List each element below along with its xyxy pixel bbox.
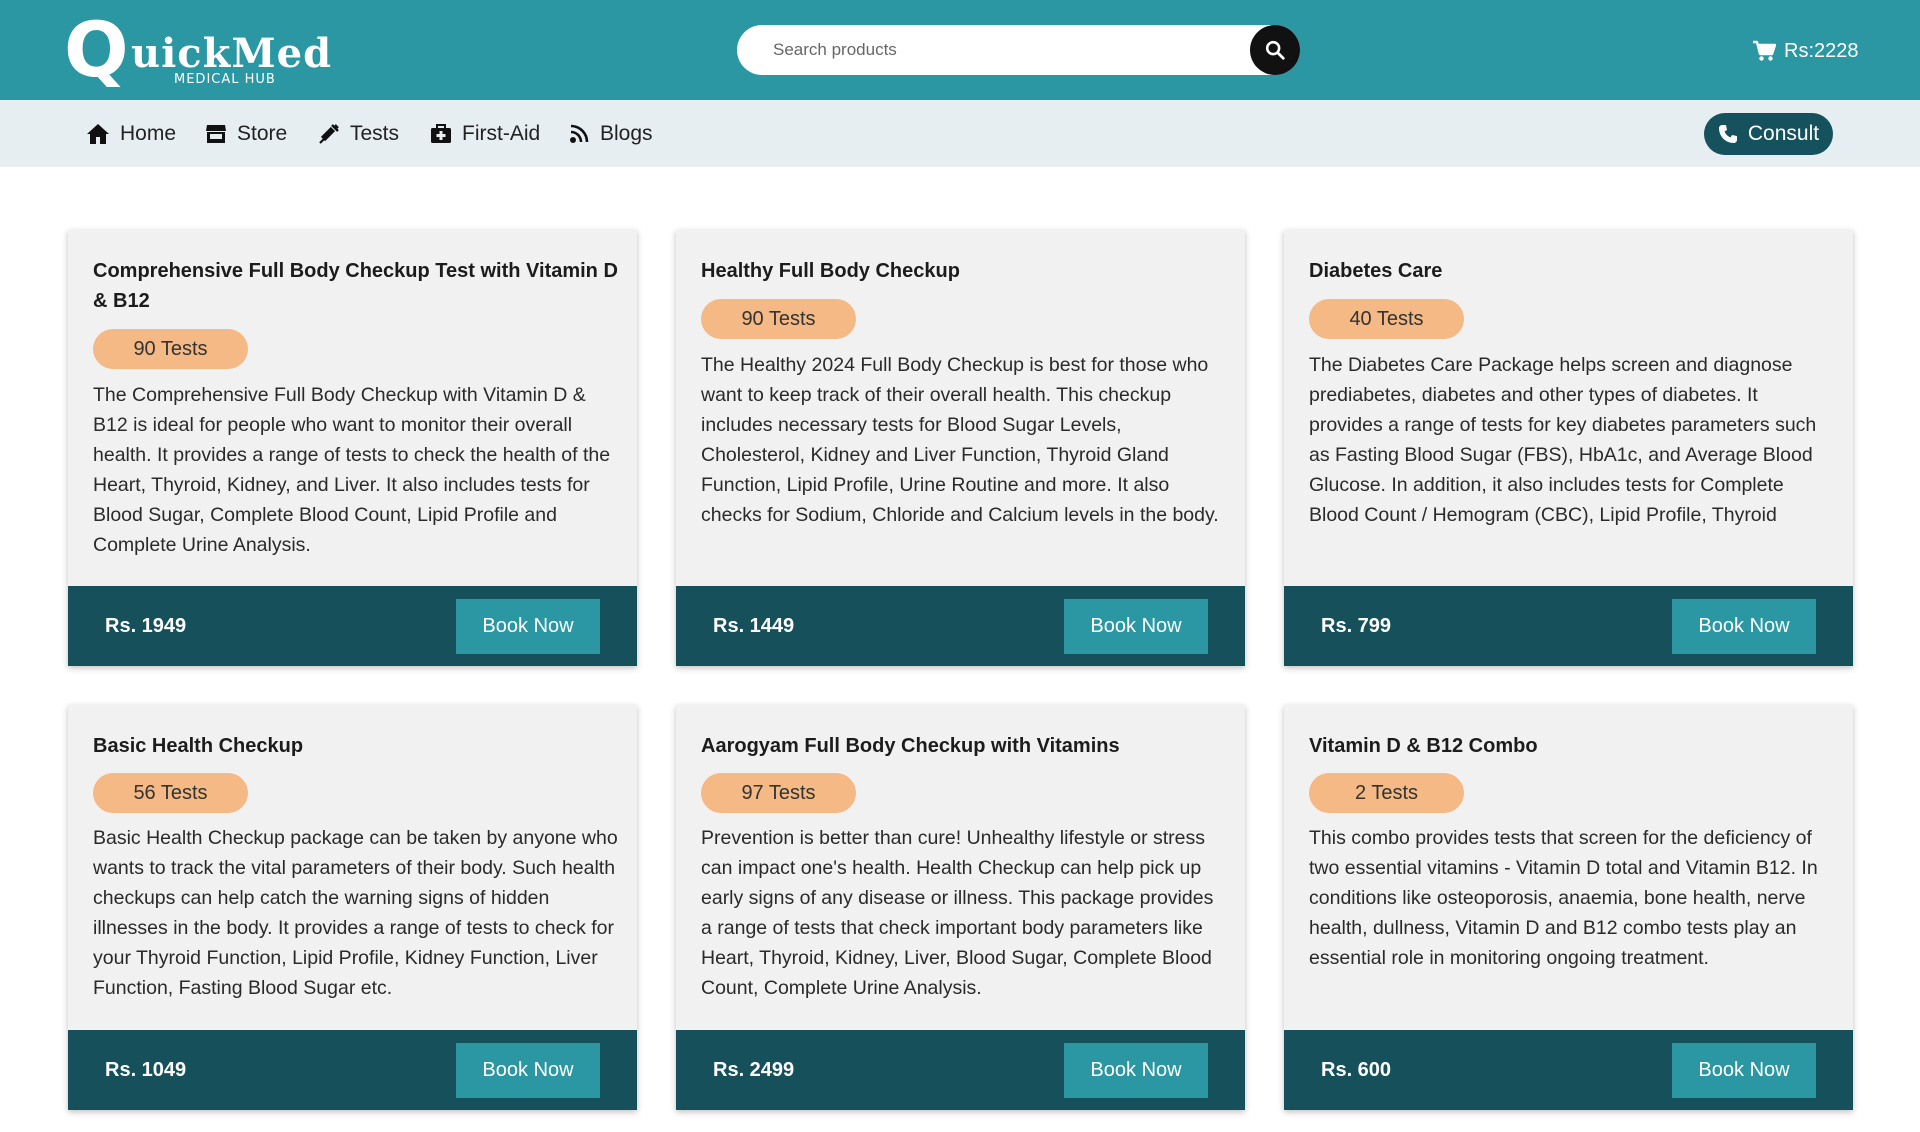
nav-label-store: Store — [237, 121, 288, 145]
main-nav: Home Store Tests First-Aid Blogs Consult — [0, 100, 1920, 167]
logo-wordmark: uickMed — [131, 30, 333, 77]
test-card: Healthy Full Body Checkup 90 Tests The H… — [676, 230, 1245, 666]
logo-subtitle: MEDICAL HUB — [174, 72, 276, 87]
tests-count-badge: 40 Tests — [1309, 299, 1464, 339]
consult-label: Consult — [1747, 122, 1820, 145]
home-icon — [87, 123, 109, 144]
nav-item-store[interactable]: Store — [205, 100, 287, 167]
card-price: Rs. 1949 — [105, 614, 187, 637]
card-description: Basic Health Checkup package can be take… — [93, 827, 618, 999]
nav-item-blogs[interactable]: Blogs — [568, 100, 653, 167]
search-icon — [1265, 40, 1285, 60]
search-bar — [737, 25, 1300, 75]
nav-item-home[interactable]: Home — [86, 100, 176, 167]
test-card: Comprehensive Full Body Checkup Test wit… — [68, 230, 637, 666]
card-footer: Rs. 799 Book Now — [1284, 586, 1853, 666]
book-now-button[interactable]: Book Now — [1672, 599, 1816, 654]
card-price: Rs. 1049 — [105, 1058, 187, 1081]
cart-icon — [1753, 40, 1776, 61]
test-card: Vitamin D & B12 Combo 2 Tests This combo… — [1284, 705, 1853, 1110]
cart-total: Rs:2228 — [1784, 39, 1859, 62]
blog-icon — [570, 124, 589, 143]
nav-label-first-aid: First-Aid — [462, 121, 541, 145]
card-price: Rs. 600 — [1321, 1058, 1392, 1081]
card-title: Comprehensive Full Body Checkup Test wit… — [93, 260, 618, 312]
test-card: Diabetes Care 40 Tests The Diabetes Care… — [1284, 230, 1853, 666]
quickmed-logo[interactable]: Q uickMed MEDICAL HUB — [64, 5, 331, 94]
nav-item-first-aid[interactable]: First-Aid — [430, 100, 540, 167]
card-footer: Rs. 1449 Book Now — [676, 586, 1245, 666]
cart-button[interactable]: Rs:2228 — [1752, 37, 1859, 65]
tests-count-badge: 97 Tests — [701, 773, 856, 813]
card-price: Rs. 1449 — [713, 614, 795, 637]
nav-item-tests[interactable]: Tests — [318, 100, 399, 167]
card-description: This combo provides tests that screen fo… — [1309, 827, 1818, 969]
card-description: The Comprehensive Full Body Checkup with… — [93, 384, 611, 556]
card-footer: Rs. 1949 Book Now — [68, 586, 637, 666]
book-now-button[interactable]: Book Now — [456, 599, 600, 654]
search-button[interactable] — [1250, 25, 1300, 75]
top-header: Q uickMed MEDICAL HUB Rs:2228 — [0, 0, 1920, 100]
card-title: Diabetes Care — [1309, 260, 1443, 282]
store-icon — [206, 124, 226, 143]
book-now-button[interactable]: Book Now — [1064, 1043, 1208, 1098]
card-description: The Diabetes Care Package helps screen a… — [1309, 354, 1817, 526]
card-title: Aarogyam Full Body Checkup with Vitamins — [701, 735, 1120, 757]
card-title: Basic Health Checkup — [93, 735, 304, 757]
logo-letter: Q — [64, 5, 129, 94]
test-card: Basic Health Checkup 56 Tests Basic Heal… — [68, 705, 637, 1110]
nav-label-tests: Tests — [350, 121, 400, 145]
tests-count-badge: 56 Tests — [93, 773, 248, 813]
card-description: The Healthy 2024 Full Body Checkup is be… — [701, 354, 1219, 526]
tests-count-badge: 90 Tests — [93, 329, 248, 369]
card-price: Rs. 799 — [1321, 614, 1392, 637]
card-footer: Rs. 1049 Book Now — [68, 1030, 637, 1110]
tests-count-badge: 2 Tests — [1309, 773, 1464, 813]
search-input[interactable] — [773, 25, 1243, 75]
test-card: Aarogyam Full Body Checkup with Vitamins… — [676, 705, 1245, 1110]
book-now-button[interactable]: Book Now — [1064, 599, 1208, 654]
card-title: Healthy Full Body Checkup — [701, 260, 960, 282]
first-aid-kit-icon — [431, 123, 451, 143]
card-footer: Rs. 2499 Book Now — [676, 1030, 1245, 1110]
syringe-icon — [319, 123, 339, 144]
consult-button[interactable]: Consult — [1704, 113, 1833, 155]
book-now-button[interactable]: Book Now — [1672, 1043, 1816, 1098]
nav-label-home: Home — [120, 121, 177, 145]
card-description: Prevention is better than cure! Unhealth… — [701, 827, 1214, 999]
phone-icon — [1718, 125, 1737, 143]
card-footer: Rs. 600 Book Now — [1284, 1030, 1853, 1110]
card-title: Vitamin D & B12 Combo — [1309, 735, 1538, 757]
book-now-button[interactable]: Book Now — [456, 1043, 600, 1098]
nav-label-blogs: Blogs — [600, 121, 653, 145]
card-price: Rs. 2499 — [713, 1058, 795, 1081]
tests-count-badge: 90 Tests — [701, 299, 856, 339]
